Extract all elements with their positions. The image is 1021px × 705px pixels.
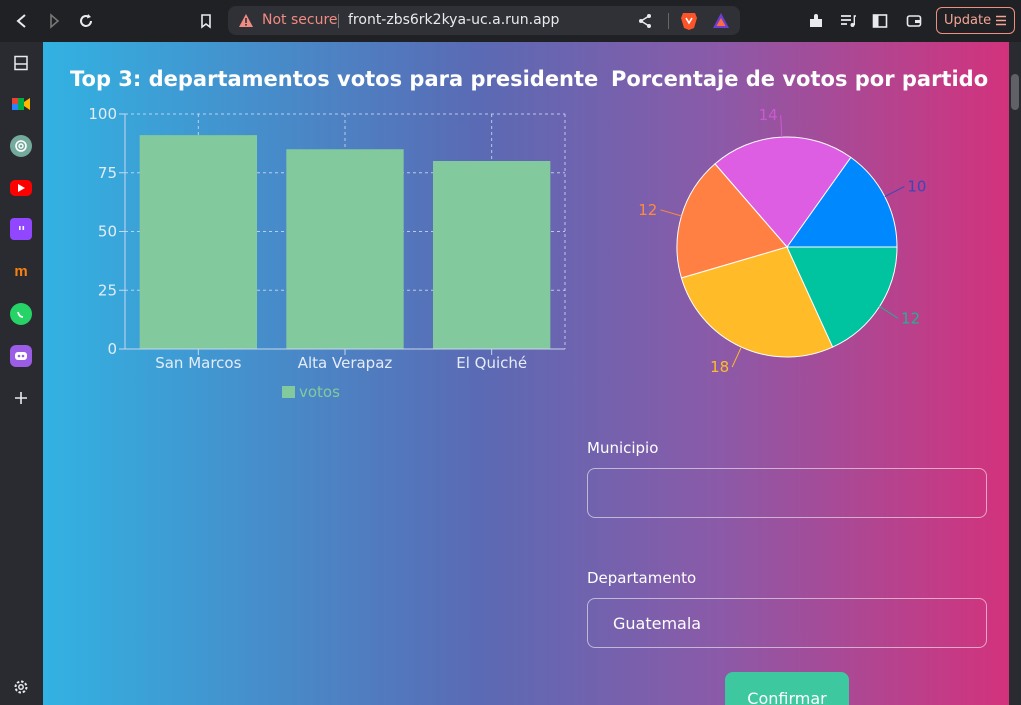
pie-label-line xyxy=(660,209,682,217)
pie-label-line xyxy=(879,306,899,319)
browser-sidebar: m xyxy=(0,42,43,705)
warning-icon xyxy=(239,14,253,27)
scrollbar-thumb[interactable] xyxy=(1011,74,1019,110)
pie-label: 14 xyxy=(759,106,778,124)
moodle-icon[interactable]: m xyxy=(10,260,32,282)
address-bar[interactable]: Not secure front-zbs6rk2kya-uc.a.run.app xyxy=(228,6,740,35)
scrollbar[interactable] xyxy=(1009,42,1021,705)
bookmark-icon[interactable] xyxy=(194,9,218,33)
brave-shield-icon[interactable] xyxy=(680,11,698,31)
settings-icon[interactable] xyxy=(10,676,32,698)
pie-label: 12 xyxy=(638,201,657,219)
youtube-icon[interactable] xyxy=(10,180,32,196)
update-button[interactable]: Update xyxy=(936,7,1015,34)
municipio-input[interactable] xyxy=(587,468,987,518)
page-content: Top 3: departamentos votos para presiden… xyxy=(43,42,1009,705)
rewards-icon[interactable] xyxy=(712,12,730,30)
pie-label: 12 xyxy=(901,309,920,327)
share-icon[interactable] xyxy=(636,12,654,30)
google-meet-icon[interactable] xyxy=(10,93,32,115)
url-text[interactable]: front-zbs6rk2kya-uc.a.run.app xyxy=(348,12,559,28)
departamento-input[interactable] xyxy=(587,598,987,648)
security-label[interactable]: Not secure xyxy=(262,12,338,28)
whatsapp-icon[interactable] xyxy=(10,303,32,325)
pie-label: 10 xyxy=(907,178,926,196)
departamento-label: Departamento xyxy=(587,569,697,587)
reload-icon[interactable] xyxy=(74,9,98,33)
pie-label-line xyxy=(731,346,742,368)
extensions-icon[interactable] xyxy=(804,9,828,33)
notes-icon[interactable] xyxy=(10,52,32,74)
divider xyxy=(338,14,339,28)
twitch-icon[interactable] xyxy=(10,218,32,240)
back-icon[interactable] xyxy=(10,9,34,33)
divider xyxy=(668,13,669,29)
pie-label: 18 xyxy=(710,358,729,376)
sidebar-toggle-icon[interactable] xyxy=(868,9,892,33)
chatgpt-icon[interactable] xyxy=(10,135,32,157)
discord-bot-icon[interactable] xyxy=(10,345,32,367)
pie-label-line xyxy=(884,186,905,198)
forward-icon[interactable] xyxy=(42,9,66,33)
playlist-icon[interactable] xyxy=(836,9,860,33)
add-icon[interactable] xyxy=(10,387,32,409)
pie-label-line xyxy=(780,115,783,138)
municipio-label: Municipio xyxy=(587,439,659,457)
browser-toolbar: Not secure front-zbs6rk2kya-uc.a.run.app… xyxy=(0,0,1021,42)
hamburger-menu-icon xyxy=(996,15,1006,26)
wallet-icon[interactable] xyxy=(902,9,926,33)
pie-chart: 10 14 12 18 12 xyxy=(638,106,926,376)
update-label: Update xyxy=(944,13,992,28)
confirm-button[interactable]: Confirmar xyxy=(725,672,849,705)
